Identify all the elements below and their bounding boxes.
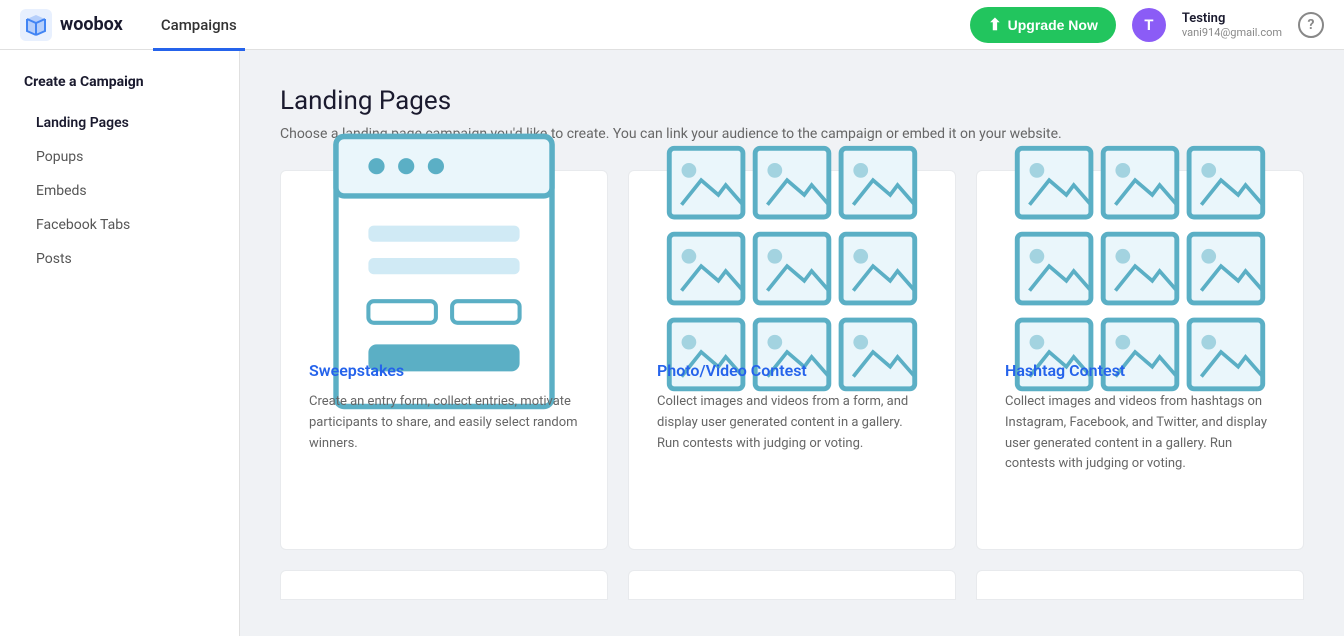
sidebar-item-popups[interactable]: Popups: [0, 140, 239, 174]
partial-card-2[interactable]: [628, 570, 956, 600]
sidebar-item-landing-pages[interactable]: Landing Pages: [0, 106, 239, 140]
partial-card-1[interactable]: [280, 570, 608, 600]
cards-grid-bottom: [280, 570, 1304, 600]
user-name: Testing: [1182, 11, 1282, 26]
avatar[interactable]: T: [1132, 8, 1166, 42]
header: woobox Campaigns ⬆ Upgrade Now T Testing…: [0, 0, 1344, 50]
upgrade-button[interactable]: ⬆ Upgrade Now: [970, 7, 1116, 43]
card-sweepstakes[interactable]: Sweepstakes Create an entry form, collec…: [280, 170, 608, 550]
partial-card-3[interactable]: [976, 570, 1304, 600]
sweepstakes-icon-area: [309, 201, 579, 341]
sidebar-item-facebook-tabs[interactable]: Facebook Tabs: [0, 208, 239, 242]
cards-grid: Sweepstakes Create an entry form, collec…: [280, 170, 1304, 550]
sweepstakes-desc: Create an entry form, collect entries, m…: [309, 392, 579, 454]
nav-campaigns[interactable]: Campaigns: [153, 2, 245, 51]
sidebar-item-posts[interactable]: Posts: [0, 242, 239, 276]
user-email: vani914@gmail.com: [1182, 26, 1282, 39]
card-photo-video[interactable]: Photo/Video Contest Collect images and v…: [628, 170, 956, 550]
woobox-logo-icon: [20, 9, 52, 41]
photo-video-icon-area: [657, 201, 927, 341]
sidebar-item-embeds[interactable]: Embeds: [0, 174, 239, 208]
sidebar-heading: Create a Campaign: [0, 74, 239, 106]
main-content: Landing Pages Choose a landing page camp…: [240, 50, 1344, 636]
header-right: ⬆ Upgrade Now T Testing vani914@gmail.co…: [970, 7, 1324, 43]
upgrade-icon: ⬆: [988, 15, 1001, 35]
logo-text: woobox: [60, 14, 123, 35]
layout: Create a Campaign Landing Pages Popups E…: [0, 50, 1344, 636]
help-icon[interactable]: ?: [1298, 12, 1324, 38]
logo-area: woobox: [20, 9, 123, 41]
card-hashtag[interactable]: Hashtag Contest Collect images and video…: [976, 170, 1304, 550]
photo-video-desc: Collect images and videos from a form, a…: [657, 392, 927, 454]
hashtag-icon-area: [1005, 201, 1275, 341]
main-nav: Campaigns: [153, 15, 245, 34]
sidebar: Create a Campaign Landing Pages Popups E…: [0, 50, 240, 636]
hashtag-desc: Collect images and videos from hashtags …: [1005, 392, 1275, 475]
user-info: Testing vani914@gmail.com: [1182, 11, 1282, 39]
page-title: Landing Pages: [280, 86, 1304, 116]
